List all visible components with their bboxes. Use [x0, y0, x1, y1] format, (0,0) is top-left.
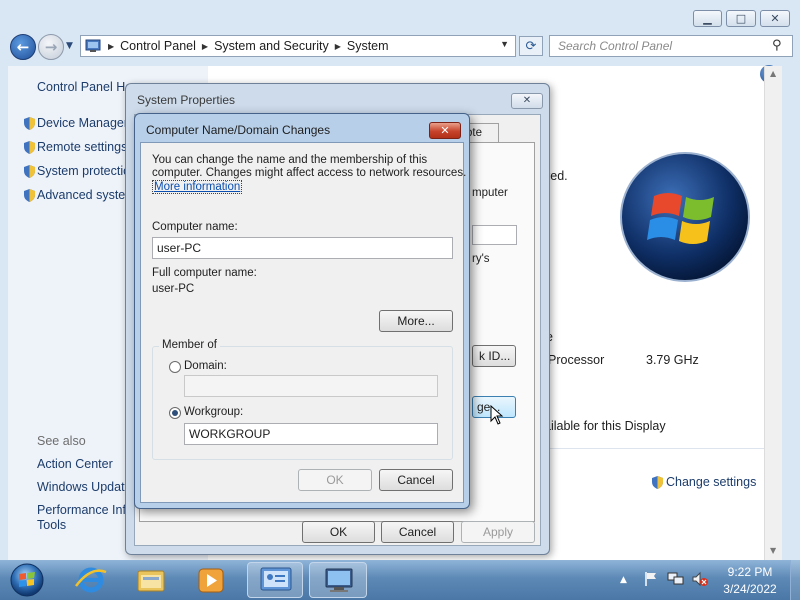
computer-name-label: Computer name: — [152, 221, 238, 233]
device-manager-link[interactable]: Device Manager — [37, 116, 128, 130]
computer-icon — [325, 568, 353, 592]
taskbar-internet-explorer[interactable] — [68, 562, 114, 598]
taskbar-media-player[interactable] — [188, 562, 234, 598]
apply-button[interactable]: Apply — [461, 521, 535, 543]
address-bar[interactable]: ▶ Control Panel ▶ System and Security ▶ … — [80, 35, 516, 57]
advanced-system-settings-link[interactable]: Advanced systen — [37, 188, 132, 202]
computer-description-fragment: mputer — [472, 187, 508, 199]
breadcrumb-separator: ▶ — [334, 41, 341, 51]
cancel-button[interactable]: Cancel — [381, 521, 454, 543]
forward-button[interactable]: → — [38, 34, 64, 60]
description-line-2: computer. Changes might affect access to… — [152, 167, 467, 179]
volume-muted-icon[interactable] — [691, 571, 709, 587]
member-of-label: Member of — [159, 339, 220, 351]
taskbar-system-properties[interactable] — [309, 562, 367, 598]
control-panel-icon — [260, 567, 292, 591]
close-button[interactable]: ✕ — [429, 122, 461, 139]
full-computer-name-value: user-PC — [152, 283, 195, 295]
media-player-icon — [198, 568, 224, 593]
search-icon[interactable]: ⚲ — [772, 38, 782, 53]
system-properties-title: System Properties — [137, 93, 236, 107]
back-button[interactable]: ← — [10, 34, 36, 60]
remote-settings-link[interactable]: Remote settings — [37, 140, 127, 154]
cancel-button[interactable]: Cancel — [379, 469, 453, 491]
computer-name-dialog-title: Computer Name/Domain Changes — [146, 123, 331, 137]
taskbar-control-panel[interactable] — [247, 562, 303, 598]
breadcrumb-control-panel[interactable]: Control Panel — [120, 39, 196, 53]
start-button[interactable] — [8, 562, 46, 598]
shield-icon — [652, 476, 663, 489]
breadcrumb-system-and-security[interactable]: System and Security — [214, 39, 329, 53]
breadcrumb-separator: ▶ — [108, 41, 115, 51]
computer-name-input[interactable]: user-PC — [152, 237, 453, 259]
divider — [546, 448, 766, 449]
shield-icon — [24, 117, 35, 130]
show-desktop-button[interactable] — [790, 560, 800, 600]
recent-pages-dropdown-icon[interactable]: ▼ — [66, 41, 73, 51]
ok-button[interactable]: OK — [302, 521, 375, 543]
see-also-heading: See also — [37, 434, 86, 448]
shield-icon — [24, 141, 35, 154]
folder-icon — [137, 570, 165, 592]
breadcrumb-separator: ▶ — [201, 41, 209, 51]
taskbar-windows-explorer[interactable] — [128, 562, 174, 598]
shield-icon — [24, 189, 35, 202]
domain-radio[interactable] — [169, 361, 181, 373]
scroll-up-icon[interactable]: ▲ — [770, 69, 776, 78]
close-window-button[interactable]: ✕ — [760, 10, 790, 27]
maximize-button[interactable]: □ — [726, 10, 756, 27]
full-computer-name-label: Full computer name: — [152, 267, 257, 279]
close-button[interactable]: ✕ — [511, 93, 543, 109]
more-button[interactable]: More... — [379, 310, 453, 332]
network-icon[interactable] — [667, 571, 685, 587]
action-center-link[interactable]: Action Center — [37, 457, 113, 471]
search-input[interactable]: Search Control Panel — [549, 35, 793, 57]
domain-input[interactable] — [184, 375, 438, 397]
processor-label: Processor — [548, 353, 605, 367]
description-line-1: You can change the name and the membersh… — [152, 154, 428, 166]
change-settings-link[interactable]: Change settings — [666, 475, 756, 489]
system-protection-link[interactable]: System protectio — [37, 164, 130, 178]
breadcrumb-system[interactable]: System — [347, 39, 389, 53]
computer-name-dialog: Computer Name/Domain Changes ✕ You can c… — [134, 113, 470, 509]
shield-icon — [24, 165, 35, 178]
windows-update-link[interactable]: Windows Update — [37, 480, 132, 494]
control-panel-icon — [85, 39, 101, 53]
minimize-button[interactable]: ▁ — [693, 10, 722, 27]
workgroup-input[interactable]: WORKGROUP — [184, 423, 438, 445]
display-text-fragment: ailable for this Display — [544, 419, 666, 433]
processor-value: 3.79 GHz — [646, 353, 699, 367]
full-name-text-fragment: ry's — [472, 253, 490, 265]
ok-button[interactable]: OK — [298, 469, 372, 491]
internet-explorer-icon — [75, 567, 107, 593]
windows-logo-icon — [620, 152, 750, 282]
workgroup-label: Workgroup: — [184, 406, 244, 418]
clock-time[interactable]: 9:22 PM — [714, 565, 786, 579]
domain-label: Domain: — [184, 360, 227, 372]
action-center-flag-icon[interactable] — [643, 571, 659, 587]
computer-description-field[interactable] — [472, 225, 517, 245]
show-hidden-icons-icon[interactable]: ▲ — [620, 575, 627, 585]
performance-tools-link[interactable]: Tools — [37, 518, 66, 532]
clock-date[interactable]: 3/24/2022 — [714, 582, 786, 596]
computer-name-dialog-body: You can change the name and the membersh… — [140, 142, 467, 503]
control-panel-home-link[interactable]: Control Panel Ho — [37, 80, 132, 94]
workgroup-radio[interactable] — [169, 407, 181, 419]
refresh-icon[interactable]: ⟳ — [519, 36, 543, 56]
more-information-link[interactable]: More information — [152, 180, 243, 194]
vertical-scrollbar[interactable]: ▲ ▼ — [764, 66, 782, 560]
mouse-cursor-icon — [490, 405, 504, 425]
performance-info-link[interactable]: Performance Info — [37, 503, 133, 517]
scroll-down-icon[interactable]: ▼ — [770, 546, 776, 555]
network-id-button[interactable]: k ID... — [472, 345, 516, 367]
address-dropdown-icon[interactable]: ▼ — [500, 39, 509, 49]
windows-start-icon — [10, 563, 44, 597]
